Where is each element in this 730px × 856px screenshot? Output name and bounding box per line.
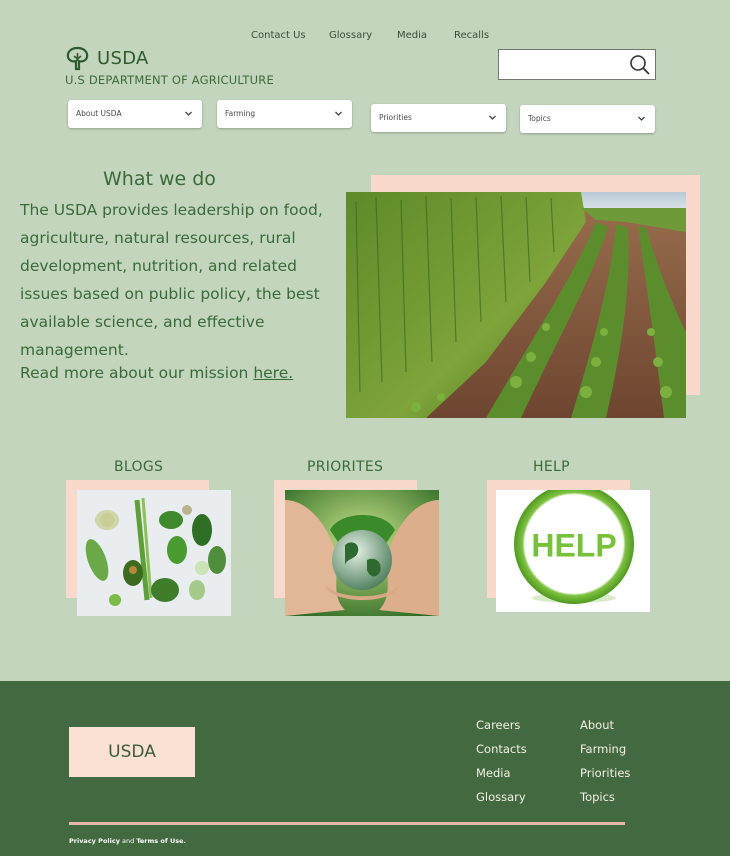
department-name: U.S DEPARTMENT OF AGRICULTURE [65, 73, 274, 87]
top-link-contact-us[interactable]: Contact Us [251, 30, 306, 41]
mission-body: The USDA provides leadership on food, ag… [20, 201, 323, 359]
search-input[interactable] [503, 54, 625, 77]
mission-read-more: Read more about our mission here. [20, 364, 293, 382]
help-card-image[interactable]: HELP [496, 490, 650, 612]
footer-divider [69, 822, 625, 825]
card-title-help: HELP [533, 459, 570, 475]
chevron-down-icon [185, 111, 192, 116]
chevron-down-icon [638, 116, 645, 121]
top-link-recalls[interactable]: Recalls [454, 30, 489, 41]
dropdown-label: About USDA [76, 109, 122, 118]
footer-link-topics[interactable]: Topics [580, 790, 615, 804]
legal-and-text: and [119, 837, 137, 845]
card-title-priorities: PRIORITES [307, 459, 384, 475]
dropdown-label: Farming [225, 109, 256, 118]
chevron-down-icon [489, 115, 496, 120]
footer-link-careers[interactable]: Careers [476, 718, 520, 732]
footer-link-contacts[interactable]: Contacts [476, 742, 527, 756]
logo-text: USDA [97, 48, 149, 69]
dropdown-label: Topics [528, 114, 551, 123]
footer-link-about[interactable]: About [580, 718, 614, 732]
footer-link-glossary[interactable]: Glossary [476, 790, 526, 804]
farm-field-image [346, 192, 686, 418]
top-link-glossary[interactable]: Glossary [329, 30, 372, 41]
read-more-text: Read more about our mission [20, 364, 254, 382]
footer-legal: Privacy Policy and Terms of Use. [69, 837, 186, 845]
help-image-text: HELP [531, 527, 616, 563]
footer-logo[interactable]: USDA [69, 727, 195, 777]
dropdown-about-usda[interactable]: About USDA [68, 100, 202, 128]
search-icon[interactable] [629, 54, 651, 76]
search-box [498, 49, 656, 80]
priorities-card-image[interactable] [285, 490, 439, 616]
mission-title: What we do [103, 168, 216, 190]
tree-icon [66, 46, 89, 71]
mission-here-link[interactable]: here. [253, 364, 293, 382]
top-link-media[interactable]: Media [397, 30, 427, 41]
footer-link-media[interactable]: Media [476, 766, 511, 780]
footer-link-farming[interactable]: Farming [580, 742, 626, 756]
dropdown-priorities[interactable]: Priorities [371, 104, 506, 132]
dropdown-label: Priorities [379, 113, 412, 122]
chevron-down-icon [335, 111, 342, 116]
blogs-card-image[interactable] [77, 490, 231, 616]
privacy-policy-link[interactable]: Privacy Policy [69, 837, 120, 845]
footer-link-priorities[interactable]: Priorities [580, 766, 630, 780]
terms-of-use-link[interactable]: Terms of Use. [136, 837, 186, 845]
dropdown-topics[interactable]: Topics [520, 105, 655, 133]
card-title-blogs: BLOGS [114, 459, 164, 475]
usda-logo[interactable]: USDA [64, 46, 149, 71]
dropdown-farming[interactable]: Farming [217, 100, 352, 128]
